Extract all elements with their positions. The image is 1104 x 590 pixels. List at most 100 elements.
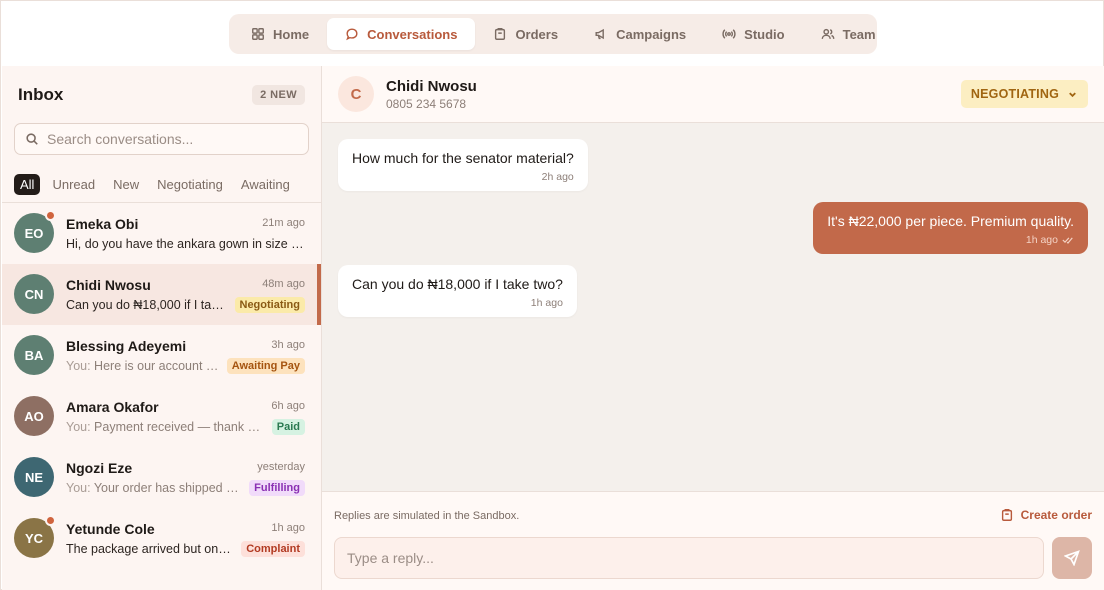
nav-tab-label: Campaigns (616, 26, 687, 42)
create-order-label: Create order (1020, 508, 1092, 522)
you-prefix: You: (66, 420, 95, 434)
clipboard-icon (1001, 509, 1012, 521)
preview-text: Here is our account number (94, 359, 221, 373)
nav-tab-orders[interactable]: Orders (475, 18, 576, 50)
conversation-item[interactable]: AO Amara Okafor 6h ago You: Payment rece… (2, 386, 321, 447)
search-input[interactable] (47, 131, 287, 147)
message-time-text: 1h ago (530, 297, 563, 309)
conversation-time: 6h ago (271, 400, 305, 412)
conversation-preview: You: Payment received — thank you! (66, 420, 261, 434)
message-bubble-incoming: Can you do ₦18,000 if I take two? 1h ago (338, 265, 577, 317)
nav-tab-studio[interactable]: Studio (704, 18, 802, 50)
chevron-down-icon (1069, 91, 1076, 97)
filter-all[interactable]: All (14, 173, 41, 195)
preview-text: Payment received — thank you! (94, 420, 261, 434)
nav-tab-campaigns[interactable]: Campaigns (576, 18, 704, 50)
you-prefix: You: (66, 481, 94, 495)
conversation-time: 48m ago (262, 278, 305, 290)
message-time: 2h ago (352, 171, 574, 183)
reply-composer: Replies are simulated in the Sandbox. Cr… (322, 491, 1104, 590)
app-window: Home Conversations Orders Campaigns Stud… (0, 0, 1104, 590)
avatar: BA (14, 335, 54, 375)
avatar: AO (14, 396, 54, 436)
conversation-item[interactable]: EO Emeka Obi 21m ago Hi, do you have the… (2, 203, 321, 264)
preview-text: Your order has shipped via GIG (93, 481, 244, 495)
message-text: Can you do ₦18,000 if I take two? (352, 276, 563, 292)
message-bubble-outgoing: It's ₦22,000 per piece. Premium quality.… (813, 202, 1088, 254)
conversation-item-selected[interactable]: CN Chidi Nwosu 48m ago Can you do ₦18,00… (2, 264, 321, 325)
conversation-time: 21m ago (262, 217, 305, 229)
users-icon (821, 28, 834, 39)
sandbox-note: Replies are simulated in the Sandbox. (334, 510, 520, 522)
message-time: 1h ago (352, 297, 563, 309)
avatar: NE (14, 457, 54, 497)
send-button[interactable] (1052, 537, 1092, 579)
contact-phone: 0805 234 5678 (386, 97, 467, 111)
you-prefix: You: (66, 359, 95, 373)
conversation-time: yesterday (257, 461, 305, 473)
message-bubble-incoming: How much for the senator material? 2h ag… (338, 139, 588, 191)
reply-input[interactable] (347, 550, 1031, 566)
status-badge: Awaiting Pay (226, 358, 305, 374)
inbox-title: Inbox (18, 85, 64, 104)
message-text: How much for the senator material? (352, 150, 574, 166)
megaphone-icon (595, 28, 604, 40)
contact-name: Chidi Nwosu (386, 78, 477, 95)
new-count-badge: 2 NEW (252, 85, 305, 105)
conversation-preview: The package arrived but one item is miss… (66, 542, 232, 556)
reply-box[interactable] (334, 537, 1044, 579)
nav-tab-label: Orders (515, 26, 559, 42)
contact-avatar: C (338, 76, 374, 112)
status-badge: Paid (271, 419, 305, 435)
inbox-header: Inbox 2 NEW (18, 84, 305, 106)
conversation-item[interactable]: NE Ngozi Eze yesterday You: Your order h… (2, 447, 321, 508)
status-badge: Fulfilling (249, 480, 305, 496)
unread-dot (45, 210, 56, 221)
conversation-preview: You: Your order has shipped via GIG (66, 481, 244, 495)
status-badge: Negotiating (234, 297, 305, 313)
status-dropdown[interactable]: NEGOTIATING (960, 80, 1088, 108)
conversation-item[interactable]: BA Blessing Adeyemi 3h ago You: Here is … (2, 325, 321, 386)
conversation-preview: You: Here is our account number (66, 359, 221, 373)
chat-header: C Chidi Nwosu 0805 234 5678 NEGOTIATING (322, 66, 1104, 123)
conversation-preview: Can you do ₦18,000 if I take two? (66, 298, 228, 312)
unread-dot (45, 515, 56, 526)
nav-tab-conversations[interactable]: Conversations (327, 18, 476, 50)
status-dropdown-label: NEGOTIATING (970, 87, 1059, 101)
conversation-name: Yetunde Cole (66, 521, 155, 537)
conversation-name: Blessing Adeyemi (66, 338, 187, 354)
filter-unread[interactable]: Unread (46, 174, 101, 195)
nav-tab-home[interactable]: Home (233, 18, 327, 50)
message-time-text: 1h ago (1025, 234, 1058, 246)
conversation-name: Amara Okafor (66, 399, 159, 415)
conversation-item[interactable]: YC Yetunde Cole 1h ago The package arriv… (2, 508, 321, 569)
chat-bubble-icon (346, 28, 358, 41)
message-time-text: 2h ago (541, 171, 574, 183)
create-order-button[interactable]: Create order (1000, 508, 1092, 522)
nav-tab-label: Studio (744, 26, 785, 42)
filter-awaiting[interactable]: Awaiting (235, 174, 296, 195)
top-navigation: Home Conversations Orders Campaigns Stud… (229, 14, 877, 54)
chat-panel: C Chidi Nwosu 0805 234 5678 NEGOTIATING … (322, 66, 1104, 590)
conversation-name: Emeka Obi (66, 216, 139, 232)
nav-tab-label: Team (842, 26, 876, 42)
filter-chips: All Unread New Negotiating Awaiting (14, 173, 321, 195)
filter-negotiating[interactable]: Negotiating (151, 174, 229, 195)
nav-tab-team[interactable]: Team (803, 18, 894, 50)
conversation-name: Chidi Nwosu (66, 277, 151, 293)
filter-new[interactable]: New (107, 174, 145, 195)
nav-tab-label: Conversations (367, 26, 458, 42)
clipboard-icon (495, 28, 506, 40)
message-text: It's ₦22,000 per piece. Premium quality. (827, 213, 1074, 229)
message-meta: 1h ago (827, 234, 1074, 246)
double-check-icon (1062, 237, 1073, 244)
search-icon (26, 133, 38, 145)
status-badge: Complaint (241, 541, 305, 557)
search-box[interactable] (14, 123, 309, 155)
conversation-time: 1h ago (271, 522, 305, 534)
conversation-preview: Hi, do you have the ankara gown in size … (66, 237, 306, 251)
send-icon (1064, 550, 1080, 566)
nav-tab-label: Home (273, 26, 310, 42)
broadcast-icon (722, 29, 736, 39)
inbox-sidebar: Inbox 2 NEW All Unread New Negotiating A… (2, 66, 322, 590)
